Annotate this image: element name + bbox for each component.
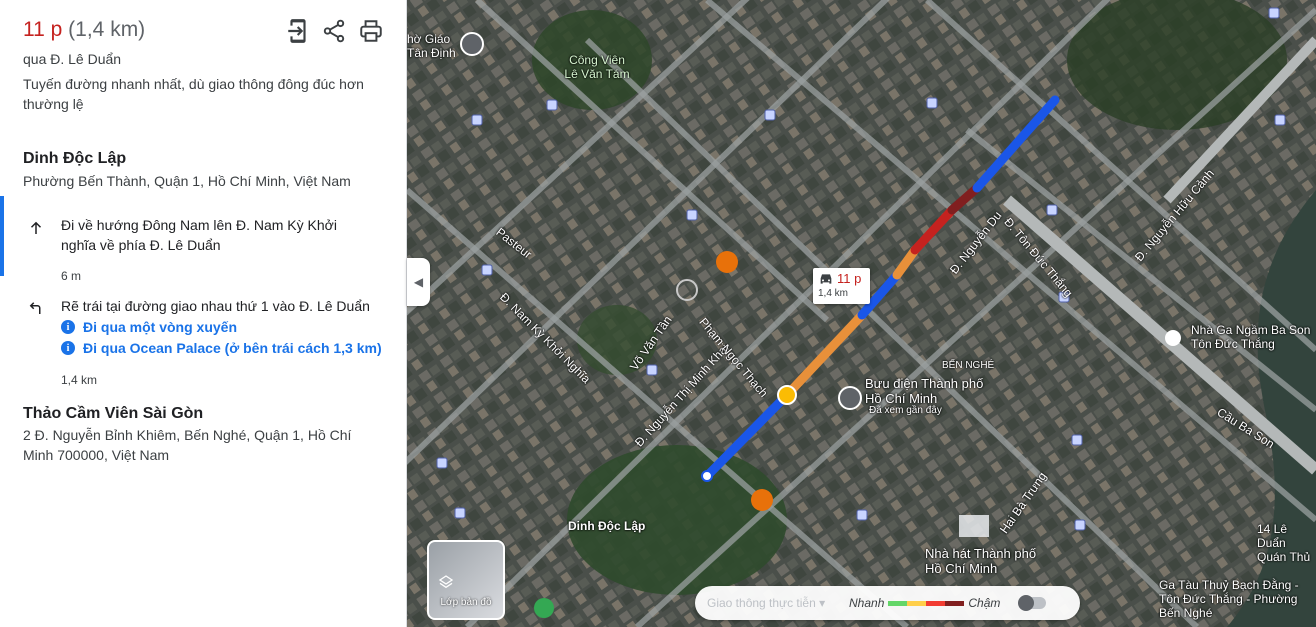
chevron-left-icon: ◀	[413, 275, 424, 289]
metro-icon	[1165, 330, 1181, 346]
traffic-legend: Giao thông thực tiễn ▾ Nhanh Chậm	[695, 586, 1080, 620]
step-2-distance: 1,4 km	[61, 373, 98, 387]
theatre-icon	[959, 515, 989, 537]
info-icon: i	[61, 320, 75, 334]
car-icon	[820, 274, 832, 284]
roundabout-marker	[777, 385, 797, 405]
church-icon	[460, 32, 484, 56]
restaurant-icon	[716, 251, 738, 273]
traffic-mode-select[interactable]: Giao thông thực tiễn ▾	[707, 596, 849, 610]
route-via: qua Đ. Lê Duẩn	[23, 51, 122, 67]
label-buu-dien-sub: Đã xem gần đây	[869, 405, 942, 416]
route-info-card[interactable]: 11 p 1,4 km	[813, 268, 870, 304]
route-duration: 11 p (1,4 km)	[23, 18, 145, 42]
info-icon: i	[61, 341, 75, 355]
park-icon	[534, 598, 554, 618]
route-card-distance: 1,4 km	[818, 288, 849, 299]
route-description: Tuyến đường nhanh nhất, dù giao thông đô…	[23, 76, 364, 112]
satellite-map[interactable]	[407, 0, 1316, 627]
map-view[interactable]: Công Viên Lê Văn Tám hờ Giáo Tân Định Di…	[407, 0, 1316, 627]
traffic-color-scale	[888, 600, 965, 606]
step-2-note-2[interactable]: i Đi qua Ocean Palace (ở bên trái cách 1…	[61, 340, 382, 356]
traffic-seg-3	[926, 600, 946, 606]
label-nha-ga[interactable]: Nhà Ga Ngầm Ba Son Tôn Đức Thắng	[1191, 323, 1316, 351]
share-icon[interactable]	[321, 18, 347, 44]
arrow-up-icon	[27, 219, 45, 237]
label-top-left: hờ Giáo Tân Định	[407, 32, 456, 60]
layers-icon	[438, 575, 454, 589]
traffic-slow-label: Chậm	[968, 596, 1001, 610]
post-office-icon	[838, 386, 862, 410]
route-time: 11 p	[23, 18, 63, 41]
traffic-fast-label: Nhanh	[849, 596, 885, 610]
map-layers-label: Lớp bản đồ	[440, 597, 492, 608]
destination-address: 2 Đ. Nguyễn Bỉnh Khiêm, Bến Nghé, Quận 1…	[23, 427, 352, 463]
label-ga-tau[interactable]: Ga Tàu Thuỷ Bạch Đằng - Tôn Đức Thắng - …	[1159, 578, 1309, 620]
label-ben-nghe: BẾN NGHÉ	[942, 360, 995, 371]
traffic-seg-4	[945, 600, 965, 606]
label-buu-dien[interactable]: Bưu điện Thành phố Hồ Chí Minh	[865, 376, 985, 406]
traffic-seg-1	[888, 600, 908, 606]
step-2-text: Rẽ trái tại đường giao nhau thứ 1 vào Đ.…	[61, 298, 370, 314]
step-1-text: Đi về hướng Đông Nam lên Đ. Nam Kỳ Khởi …	[61, 217, 337, 253]
active-step-indicator	[0, 196, 4, 276]
label-dinh-doc-lap[interactable]: Dinh Độc Lập	[568, 519, 645, 533]
step-2-note-1-text: Đi qua một vòng xuyến	[83, 319, 238, 335]
step-2-note-1[interactable]: i Đi qua một vòng xuyến	[61, 319, 237, 335]
traffic-seg-2	[907, 600, 927, 606]
directions-panel: 11 p (1,4 km) qua Đ. Lê Duẩn Tuyến đường…	[0, 0, 407, 627]
origin-address: Phường Bến Thành, Quận 1, Hồ Chí Minh, V…	[23, 173, 351, 189]
step-1-distance: 6 m	[61, 269, 82, 283]
map-layers-button[interactable]: Lớp bản đồ	[427, 540, 505, 620]
route-origin-marker	[701, 470, 713, 482]
label-quan-thu: 14 Lê Duẩn Quán Thủ	[1257, 522, 1311, 564]
print-icon[interactable]	[358, 18, 384, 44]
chevron-down-icon: ▾	[819, 596, 826, 610]
collapse-panel-button[interactable]: ◀	[407, 258, 430, 306]
destination-name[interactable]: Thảo Cầm Viên Sài Gòn	[23, 405, 203, 423]
traffic-toggle[interactable]	[1018, 595, 1047, 611]
turn-left-icon	[27, 299, 45, 317]
label-cong-vien: Công Viên Lê Văn Tám	[564, 53, 630, 81]
traffic-mode-label: Giao thông thực tiễn	[707, 596, 816, 610]
label-nha-hat[interactable]: Nhà hát Thành phố Hồ Chí Minh	[925, 546, 1055, 576]
restaurant-icon	[751, 489, 773, 511]
route-distance: (1,4 km)	[68, 18, 146, 41]
step-2-note-2-text: Đi qua Ocean Palace (ở bên trái cách 1,3…	[83, 340, 382, 356]
origin-name[interactable]: Dinh Độc Lập	[23, 150, 126, 168]
route-card-time: 11 p	[837, 271, 862, 286]
send-to-phone-icon[interactable]	[285, 18, 311, 44]
